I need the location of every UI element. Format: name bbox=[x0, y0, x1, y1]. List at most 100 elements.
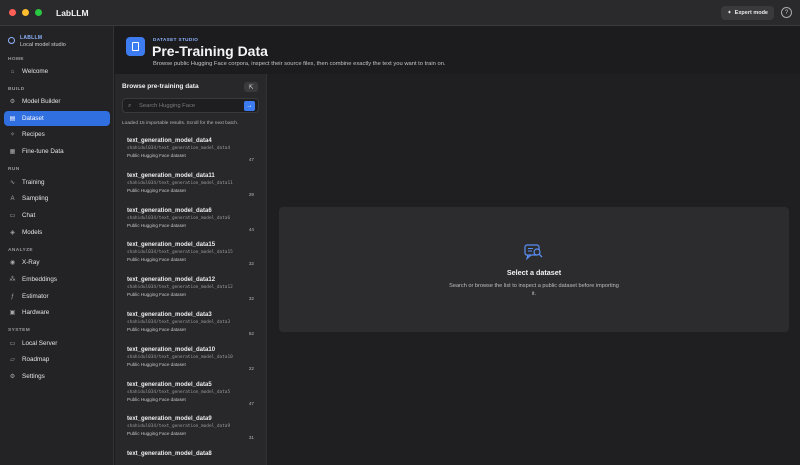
empty-state-card: Select a dataset Search or browse the li… bbox=[279, 207, 789, 332]
eye-icon: ◉ bbox=[9, 260, 16, 266]
sidebar-item-dataset[interactable]: ▤ Dataset bbox=[4, 111, 110, 126]
sidebar-item-label: Local Server bbox=[22, 340, 58, 347]
list-item[interactable]: text_generation_model_data12 shahidul034… bbox=[115, 275, 266, 310]
window-controls bbox=[9, 9, 42, 16]
page-eyebrow: DATASET STUDIO bbox=[153, 37, 199, 42]
arrow-right-icon: → bbox=[246, 102, 253, 109]
zoom-window-button[interactable] bbox=[35, 9, 42, 16]
list-item[interactable]: text_generation_model_data15 shahidul034… bbox=[115, 240, 266, 275]
sidebar-item-sampling[interactable]: A Sampling bbox=[4, 191, 110, 206]
result-name: text_generation_model_data15 bbox=[127, 242, 216, 249]
list-item[interactable]: text_generation_model_data4 shahidul034/… bbox=[115, 136, 266, 171]
pulse-icon: ∿ bbox=[9, 180, 16, 186]
list-item[interactable]: text_generation_model_data8 bbox=[115, 449, 266, 465]
result-name: text_generation_model_data3 bbox=[127, 311, 212, 318]
brand-name: LABLLM bbox=[20, 35, 43, 41]
browse-panel: Browse pre-training data ⇱ ⌕ → Loaded 15… bbox=[115, 74, 267, 465]
sidebar-item-label: Estimator bbox=[22, 293, 49, 300]
result-path: shahidul034/text_generation_model_data10 bbox=[127, 354, 233, 360]
result-path: shahidul034/text_generation_model_data11 bbox=[127, 180, 233, 186]
empty-state-text: Search or browse the list to inspect a p… bbox=[449, 283, 619, 297]
list-item[interactable]: text_generation_model_data9 shahidul034/… bbox=[115, 414, 266, 449]
result-count: 29 bbox=[248, 191, 254, 197]
brand: LABLLM Local model studio bbox=[0, 26, 113, 48]
result-type: Public Hugging Face dataset bbox=[127, 396, 186, 402]
result-path: shahidul034/text_generation_model_data9 bbox=[127, 424, 231, 430]
cube-icon: ◈ bbox=[10, 230, 15, 236]
sidebar-item-label: Models bbox=[22, 229, 43, 236]
gear-icon: ⚙ bbox=[9, 99, 16, 105]
brand-logo-icon bbox=[8, 37, 15, 44]
result-type: Public Hugging Face dataset bbox=[127, 153, 186, 158]
sparkle-icon: ✦ bbox=[727, 10, 732, 16]
result-type: Public Hugging Face dataset bbox=[127, 187, 186, 193]
sidebar-item-recipes[interactable]: ✧ Recipes bbox=[4, 127, 110, 142]
home-icon: ⌂ bbox=[10, 68, 15, 75]
list-item[interactable]: text_generation_model_data10 shahidul034… bbox=[115, 345, 266, 380]
open-folder-button[interactable]: ⇱ bbox=[244, 82, 258, 92]
title-bar: LabLLM ✦ Expert mode ? bbox=[0, 0, 800, 26]
result-name: text_generation_model_data8 bbox=[127, 451, 212, 458]
sidebar-item-roadmap[interactable]: ▱ Roadmap bbox=[4, 352, 110, 367]
help-button[interactable]: ? bbox=[781, 7, 792, 18]
page-header: DATASET STUDIO Pre-Training Data Browse … bbox=[115, 26, 800, 74]
text-a-icon: A bbox=[10, 195, 15, 202]
result-count: 32 bbox=[248, 261, 254, 267]
list-item[interactable]: text_generation_model_data5 shahidul034/… bbox=[115, 380, 266, 415]
sidebar-item-models[interactable]: ◈ Models bbox=[4, 225, 110, 240]
sidebar-item-local-server[interactable]: ▭ Local Server bbox=[4, 336, 110, 351]
result-count: 22 bbox=[248, 365, 254, 371]
sidebar-item-fine-tune-data[interactable]: ▦ Fine-tune Data bbox=[4, 144, 110, 159]
chat-icon: ▭ bbox=[9, 213, 16, 219]
sidebar-item-settings[interactable]: ⚙ Settings bbox=[4, 369, 110, 384]
sidebar-item-label: Hardware bbox=[22, 309, 50, 316]
section-label-system: SYSTEM bbox=[8, 328, 31, 333]
result-path: shahidul034/text_generation_model_data3 bbox=[127, 319, 231, 325]
result-name: text_generation_model_data10 bbox=[127, 346, 216, 353]
result-type: Public Hugging Face dataset bbox=[127, 326, 186, 332]
section-label-run: RUN bbox=[8, 167, 20, 172]
result-count: 47 bbox=[248, 400, 254, 406]
sidebar-item-label: Settings bbox=[22, 373, 45, 380]
sidebar-item-training[interactable]: ∿ Training bbox=[4, 175, 110, 190]
sidebar-item-embeddings[interactable]: ⁂ Embeddings bbox=[4, 272, 110, 287]
result-count: 47 bbox=[248, 157, 254, 162]
result-type: Public Hugging Face dataset bbox=[127, 292, 186, 298]
section-label-home: HOME bbox=[8, 57, 24, 62]
dataset-document-icon bbox=[126, 37, 145, 56]
result-count: 52 bbox=[248, 330, 254, 336]
chip-icon: ▣ bbox=[9, 310, 16, 316]
expert-mode-button[interactable]: ✦ Expert mode bbox=[721, 6, 774, 20]
sidebar-item-welcome[interactable]: ⌂ Welcome bbox=[4, 64, 110, 79]
sidebar-item-model-builder[interactable]: ⚙ Model Builder bbox=[4, 94, 110, 109]
sidebar-item-label: Roadmap bbox=[22, 356, 50, 363]
result-type: Public Hugging Face dataset bbox=[127, 431, 186, 437]
close-window-button[interactable] bbox=[9, 9, 16, 16]
sidebar-item-label: Training bbox=[22, 179, 45, 186]
server-icon: ▭ bbox=[9, 341, 16, 347]
search-submit-button[interactable]: → bbox=[244, 100, 255, 111]
section-label-build: BUILD bbox=[8, 87, 25, 92]
sparkle-icon: ✧ bbox=[9, 132, 16, 138]
sidebar-item-estimator[interactable]: ƒ Estimator bbox=[4, 289, 110, 304]
result-count: 44 bbox=[248, 226, 254, 232]
result-path: shahidul034/text_generation_model_data12 bbox=[127, 285, 233, 291]
sidebar-item-label: Dataset bbox=[22, 115, 44, 122]
sidebar-item-label: Chat bbox=[22, 212, 36, 219]
result-name: text_generation_model_data11 bbox=[127, 172, 215, 179]
page-subtitle: Browse public Hugging Face corpora, insp… bbox=[153, 61, 446, 67]
list-item[interactable]: text_generation_model_data3 shahidul034/… bbox=[115, 310, 266, 345]
section-label-analyze: ANALYZE bbox=[8, 248, 34, 253]
folder-arrow-icon: ⇱ bbox=[248, 84, 254, 91]
result-count: 31 bbox=[248, 435, 254, 441]
sidebar-item-chat[interactable]: ▭ Chat bbox=[4, 208, 110, 223]
sidebar-item-label: Embeddings bbox=[22, 276, 58, 283]
list-item[interactable]: text_generation_model_data6 shahidul034/… bbox=[115, 206, 266, 241]
result-path: shahidul034/text_generation_model_data6 bbox=[127, 215, 231, 221]
search-input[interactable] bbox=[134, 102, 244, 109]
sidebar-item-x-ray[interactable]: ◉ X-Ray bbox=[4, 255, 110, 270]
result-name: text_generation_model_data4 bbox=[127, 138, 212, 144]
list-item[interactable]: text_generation_model_data11 shahidul034… bbox=[115, 171, 266, 206]
sidebar-item-hardware[interactable]: ▣ Hardware bbox=[4, 305, 110, 320]
minimize-window-button[interactable] bbox=[22, 9, 29, 16]
